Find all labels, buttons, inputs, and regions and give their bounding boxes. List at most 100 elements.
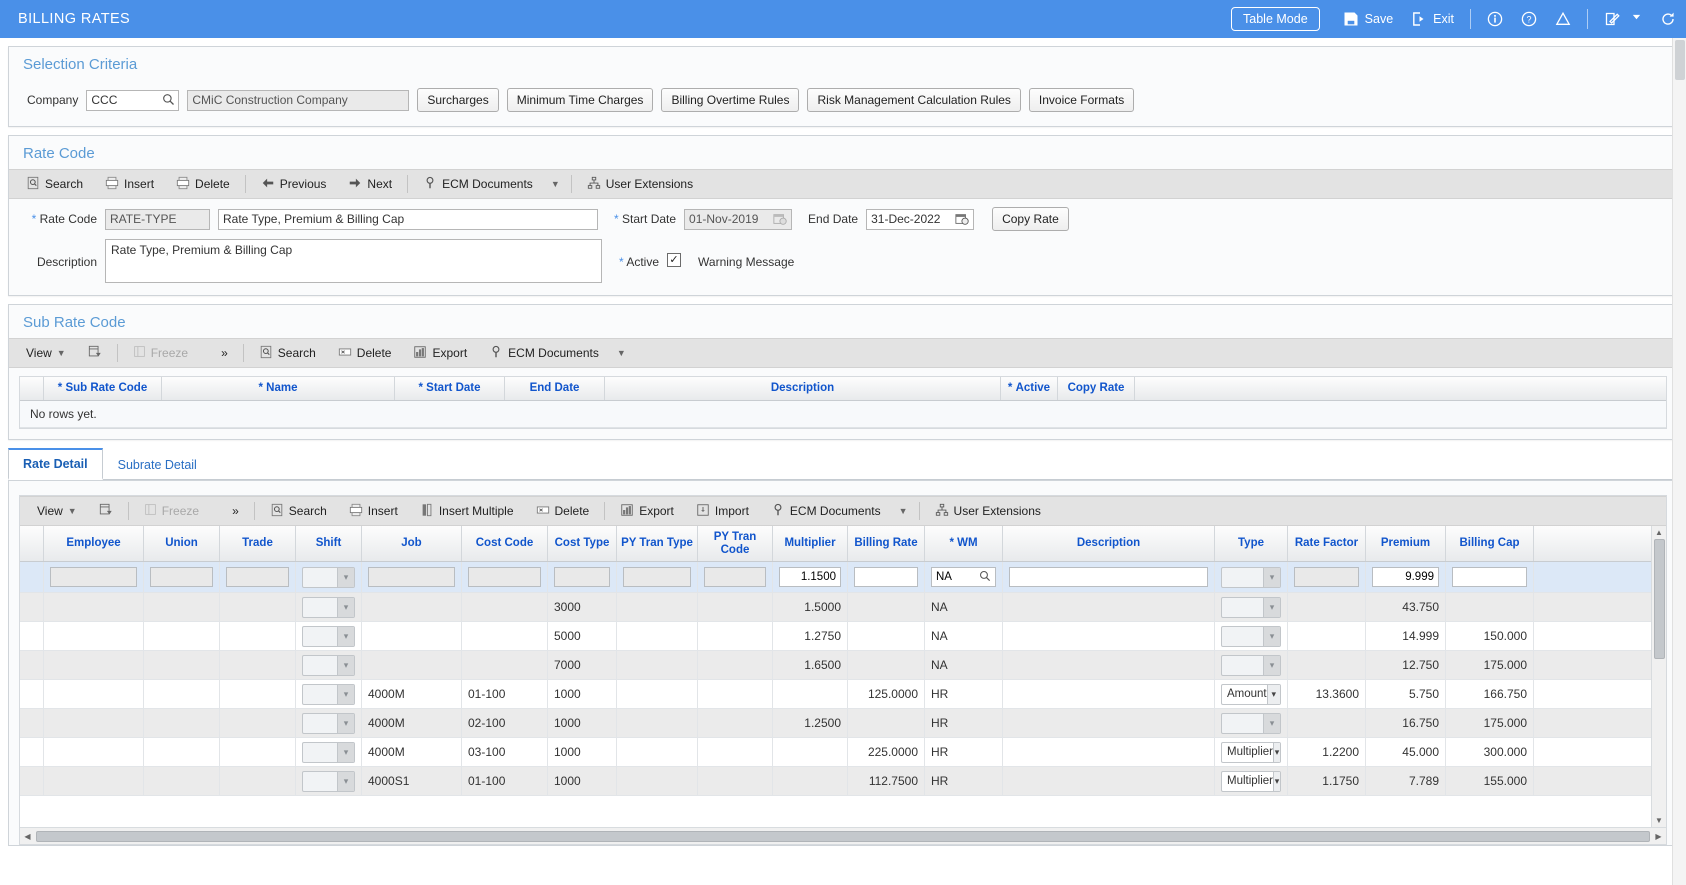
table-cell-union[interactable] — [144, 562, 220, 593]
table-cell-job[interactable] — [362, 651, 462, 680]
table-cell-type[interactable]: Multiplier ▾ — [1215, 767, 1288, 796]
scroll-thumb[interactable] — [1653, 539, 1665, 660]
help-button[interactable]: ? — [1512, 7, 1546, 31]
table-cell-trade[interactable] — [220, 767, 296, 796]
table-cell-multiplier[interactable] — [773, 680, 848, 709]
table-cell-trade[interactable] — [220, 593, 296, 622]
sub-rate-freeze-button[interactable]: Freeze — [122, 341, 199, 365]
table-cell-multiplier[interactable] — [773, 562, 848, 593]
table-cell-rate_factor[interactable]: 13.3600 — [1288, 680, 1366, 709]
table-cell-billing_cap[interactable]: 175.000 — [1446, 709, 1534, 738]
table-cell-cost_type[interactable]: 1000 — [548, 709, 617, 738]
active-checkbox[interactable]: ✓ — [667, 253, 682, 267]
table-cell-cost_type[interactable] — [548, 562, 617, 593]
table-cell-description[interactable] — [1003, 680, 1215, 709]
table-cell-shift[interactable]: ▾ — [296, 738, 362, 767]
table-cell-job[interactable]: 4000S1 — [362, 767, 462, 796]
table-cell-py_tran_type[interactable] — [617, 622, 698, 651]
table-row[interactable]: ▾ 4000S1 01-100 1000 112.7500 HR Multiplier ▾ 1.… — [20, 767, 1651, 797]
table-row[interactable]: ▾ 5000 1.2750 NA ▾ 14.999 150.000 — [20, 622, 1651, 652]
table-cell-shift[interactable]: ▾ — [296, 767, 362, 796]
table-cell-union[interactable] — [144, 767, 220, 796]
table-cell-employee[interactable] — [44, 680, 144, 709]
py_tran_code-input[interactable] — [704, 567, 766, 588]
table-cell-multiplier[interactable] — [773, 738, 848, 767]
table-cell-trade[interactable] — [220, 680, 296, 709]
table-cell-premium[interactable] — [1366, 562, 1446, 593]
table-cell-py_tran_type[interactable] — [617, 738, 698, 767]
table-cell-billing_rate[interactable] — [848, 709, 925, 738]
table-cell-type[interactable]: ▾ — [1215, 709, 1288, 738]
rate-code-next-button[interactable]: Next — [337, 172, 403, 197]
table-cell-type[interactable]: ▾ — [1215, 651, 1288, 680]
table-cell-billing_cap[interactable] — [1446, 593, 1534, 622]
rate-detail-column-header[interactable]: * WM — [925, 526, 1003, 562]
table-cell-billing_cap[interactable] — [1446, 562, 1534, 593]
shift-select[interactable]: ▾ — [302, 625, 355, 647]
sub-rate-search-button[interactable]: Search — [248, 341, 327, 366]
table-cell-type[interactable]: ▾ — [1215, 622, 1288, 651]
rate-detail-detach-button[interactable] — [88, 499, 124, 524]
table-cell-union[interactable] — [144, 738, 220, 767]
sub-rate-ecm-dropdown-button[interactable]: ▼ — [610, 344, 633, 362]
sub-rate-ecm-documents-button[interactable]: ECM Documents — [478, 341, 610, 366]
sub-rate-expand-button[interactable]: » — [199, 342, 239, 364]
table-cell-multiplier[interactable]: 1.6500 — [773, 651, 848, 680]
rate-detail-freeze-button[interactable]: Freeze — [133, 499, 210, 523]
table-cell-premium[interactable]: 14.999 — [1366, 622, 1446, 651]
table-cell-description[interactable] — [1003, 709, 1215, 738]
info-button[interactable] — [1478, 7, 1512, 31]
table-cell-employee[interactable] — [44, 738, 144, 767]
exit-button[interactable]: Exit — [1402, 7, 1463, 31]
table-cell-rate_factor[interactable] — [1288, 593, 1366, 622]
rate-detail-column-header[interactable]: Employee — [44, 526, 144, 562]
search-icon[interactable] — [979, 570, 991, 582]
rate-detail-import-button[interactable]: Import — [685, 499, 760, 524]
tab-rate-detail[interactable]: Rate Detail — [8, 448, 103, 481]
table-cell-union[interactable] — [144, 709, 220, 738]
type-select[interactable]: Amount ▾ — [1221, 683, 1281, 705]
table-cell-description[interactable] — [1003, 622, 1215, 651]
rate-detail-column-header[interactable]: Billing Cap — [1446, 526, 1534, 562]
table-cell-employee[interactable] — [44, 562, 144, 593]
rate-detail-search-button[interactable]: Search — [259, 499, 338, 524]
table-cell-rate_factor[interactable]: 1.2200 — [1288, 738, 1366, 767]
table-cell-cost_code[interactable] — [462, 593, 548, 622]
table-cell-py_tran_code[interactable] — [698, 622, 773, 651]
sub-rate-column-header[interactable]: * Sub Rate Code — [44, 377, 162, 401]
table-cell-shift[interactable]: ▾ — [296, 562, 362, 593]
rate-detail-export-button[interactable]: Export — [609, 499, 685, 524]
table-cell-employee[interactable] — [44, 767, 144, 796]
table-cell-shift[interactable]: ▾ — [296, 593, 362, 622]
shift-select[interactable]: ▾ — [302, 683, 355, 705]
table-row[interactable]: ▾ 4000M 03-100 1000 225.0000 HR Multiplier ▾ 1.2… — [20, 738, 1651, 768]
sub-rate-column-header[interactable]: * Start Date — [395, 377, 505, 401]
calendar-icon[interactable] — [773, 212, 787, 226]
sub-rate-column-header[interactable]: End Date — [505, 377, 605, 401]
table-cell-py_tran_type[interactable] — [617, 709, 698, 738]
billing-overtime-rules-button[interactable]: Billing Overtime Rules — [661, 88, 800, 112]
table-cell-cost_code[interactable]: 01-100 — [462, 767, 548, 796]
table-cell-cost_type[interactable]: 7000 — [548, 651, 617, 680]
table-cell-union[interactable] — [144, 651, 220, 680]
table-cell-premium[interactable]: 12.750 — [1366, 651, 1446, 680]
rate-code-search-button[interactable]: Search — [15, 172, 94, 197]
rate-detail-ecm-dropdown-button[interactable]: ▼ — [892, 502, 915, 520]
rate-detail-column-header[interactable]: Multiplier — [773, 526, 848, 562]
scroll-up-icon[interactable]: ▲ — [1653, 526, 1666, 539]
rate-detail-insert-button[interactable]: Insert — [338, 499, 409, 524]
premium-input[interactable] — [1372, 567, 1439, 588]
notes-button[interactable] — [1595, 7, 1629, 31]
table-cell-py_tran_code[interactable] — [698, 738, 773, 767]
table-cell-py_tran_code[interactable] — [698, 593, 773, 622]
table-cell-cost_type[interactable]: 5000 — [548, 622, 617, 651]
risk-management-calculation-rules-button[interactable]: Risk Management Calculation Rules — [807, 88, 1021, 112]
table-cell-rate_factor[interactable] — [1288, 622, 1366, 651]
billing_rate-input[interactable] — [854, 567, 918, 588]
table-cell-premium[interactable]: 5.750 — [1366, 680, 1446, 709]
table-cell-cost_type[interactable]: 1000 — [548, 767, 617, 796]
table-cell-employee[interactable] — [44, 622, 144, 651]
table-cell-description[interactable] — [1003, 651, 1215, 680]
table-cell-description[interactable] — [1003, 767, 1215, 796]
table-cell-description[interactable] — [1003, 593, 1215, 622]
